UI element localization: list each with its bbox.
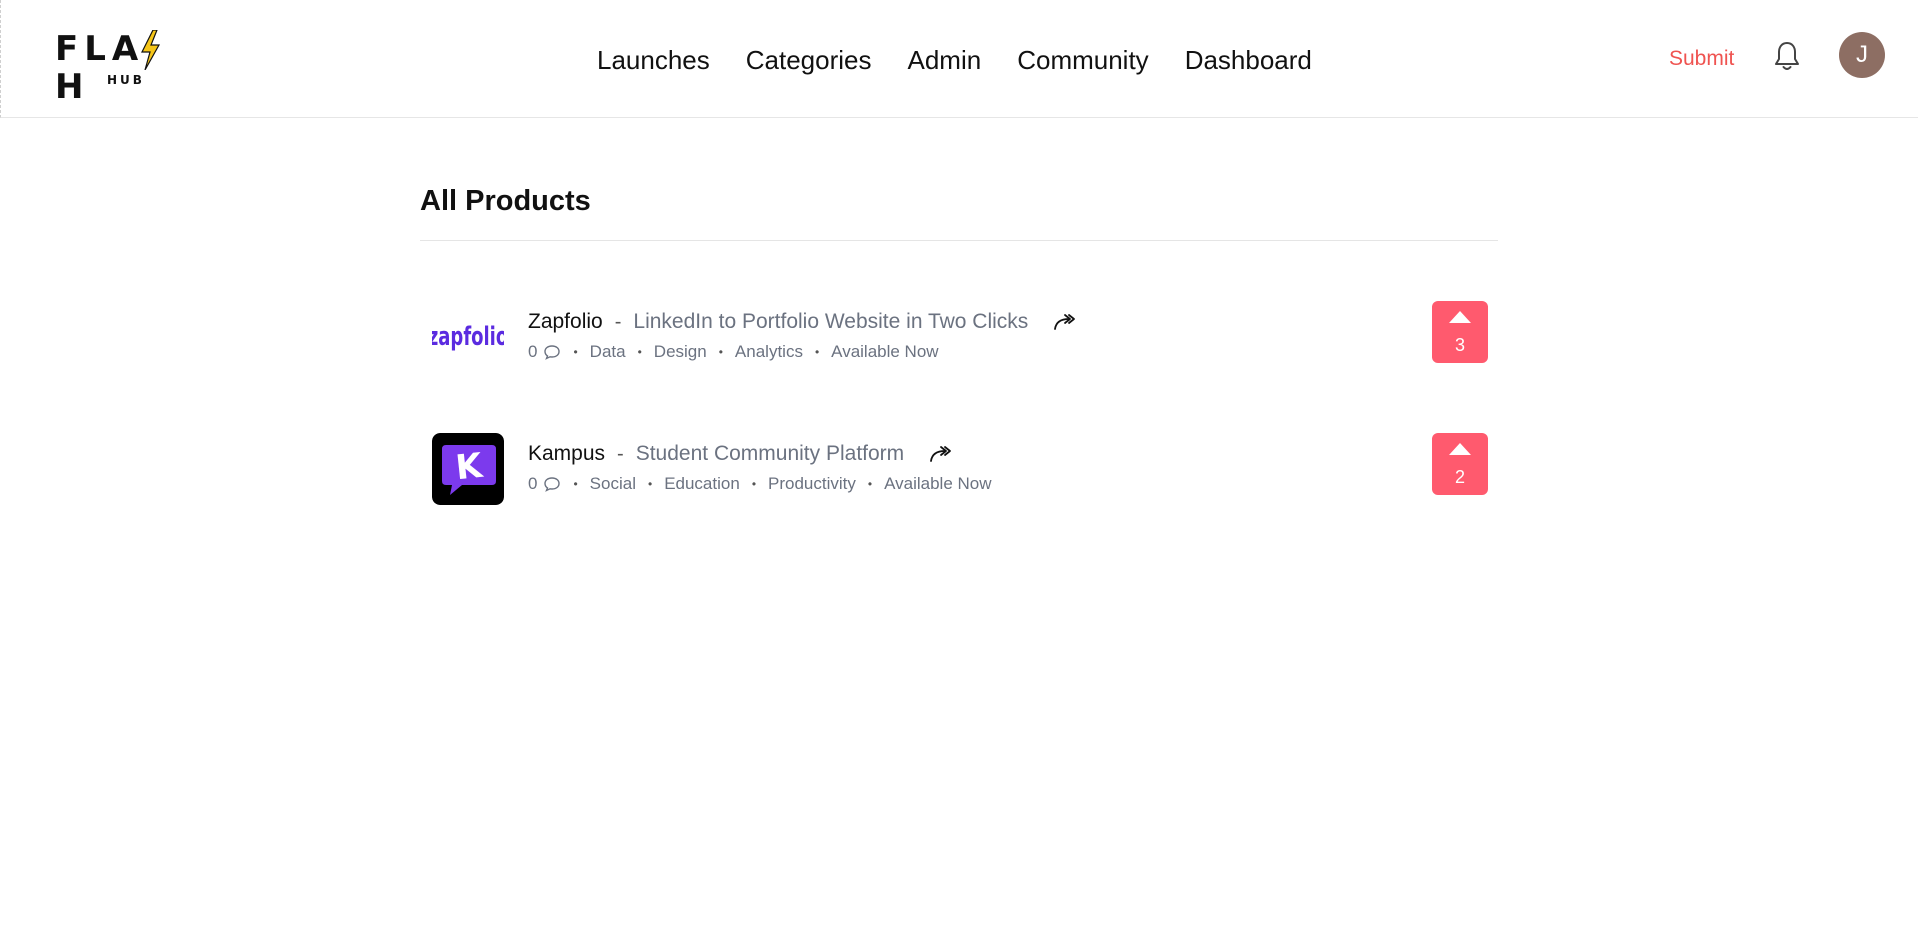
notification-bell-icon[interactable]	[1773, 40, 1801, 72]
product-name[interactable]: Kampus	[528, 442, 605, 466]
flashhub-logo[interactable]: FLAH HUB	[55, 30, 191, 106]
tag[interactable]: Data	[590, 342, 626, 362]
product-title-line: Zapfolio - LinkedIn to Portfolio Website…	[528, 307, 1076, 337]
upvote-button[interactable]: 2	[1432, 433, 1488, 495]
lightning-bolt-icon	[141, 30, 161, 70]
tag[interactable]: Analytics	[735, 342, 803, 362]
meta-dot: •	[573, 345, 578, 359]
comment-icon[interactable]	[543, 476, 561, 492]
vote-count: 2	[1454, 467, 1465, 487]
comment-count: 0	[528, 342, 538, 361]
main-nav: Launches Categories Admin Community Dash…	[597, 42, 1348, 78]
meta-dot: •	[637, 345, 642, 359]
product-list: zapfolio Zapfolio - LinkedIn to Portfoli…	[420, 301, 1498, 565]
nav-launches[interactable]: Launches	[597, 42, 710, 78]
availability-status: Available Now	[831, 342, 939, 361]
product-tagline: LinkedIn to Portfolio Website in Two Cli…	[633, 310, 1029, 333]
product-info: Zapfolio - LinkedIn to Portfolio Website…	[528, 307, 1076, 365]
meta-dot: •	[751, 477, 757, 491]
user-avatar[interactable]: J	[1839, 32, 1885, 78]
product-name[interactable]: Zapfolio	[528, 310, 603, 334]
tag[interactable]: Education	[664, 474, 740, 494]
product-meta-line: 0 • Data • Design • Analytics • Availabl…	[528, 339, 1076, 365]
kampus-logo[interactable]: K	[432, 433, 504, 505]
nav-dashboard[interactable]: Dashboard	[1185, 42, 1312, 78]
tag[interactable]: Social	[590, 474, 636, 494]
availability-status: Available Now	[884, 474, 992, 493]
title-separator: -	[614, 310, 622, 333]
share-arrow-icon[interactable]	[928, 444, 952, 464]
nav-admin[interactable]: Admin	[908, 42, 982, 78]
meta-dot: •	[718, 345, 723, 359]
product-row-zapfolio[interactable]: zapfolio Zapfolio - LinkedIn to Portfoli…	[420, 301, 1498, 433]
meta-dot: •	[814, 345, 820, 359]
comment-icon[interactable]	[543, 344, 561, 360]
page-title: All Products	[420, 178, 1498, 241]
product-info: Kampus - Student Community Platform 0 •	[528, 439, 992, 497]
upvote-arrow-icon	[1449, 443, 1471, 455]
tag[interactable]: Productivity	[768, 474, 856, 494]
logo-wordmark: FLAH	[55, 29, 145, 107]
product-meta-line: 0 • Social • Education • Productivity • …	[528, 471, 992, 497]
vote-count: 3	[1454, 335, 1465, 355]
comment-count: 0	[528, 474, 538, 493]
submit-link[interactable]: Submit	[1669, 46, 1734, 72]
nav-community[interactable]: Community	[1017, 42, 1148, 78]
product-row-kampus[interactable]: K Kampus - Student Community Platform 0	[420, 433, 1498, 565]
product-title-line: Kampus - Student Community Platform	[528, 439, 992, 469]
zapfolio-logo-text: zapfolio	[432, 322, 504, 352]
title-separator: -	[617, 442, 624, 465]
product-tagline: Student Community Platform	[635, 442, 905, 465]
nav-categories[interactable]: Categories	[746, 42, 872, 78]
upvote-arrow-icon	[1449, 311, 1471, 323]
tag[interactable]: Design	[654, 342, 707, 362]
logo-subtitle: HUB	[107, 73, 145, 87]
meta-dot: •	[867, 477, 873, 491]
meta-dot: •	[647, 477, 653, 491]
main-content: All Products zapfolio Zapfolio - LinkedI…	[420, 178, 1498, 565]
upvote-button[interactable]: 3	[1432, 301, 1488, 363]
meta-dot: •	[573, 477, 578, 491]
zapfolio-logo[interactable]: zapfolio	[432, 301, 504, 373]
share-arrow-icon[interactable]	[1052, 312, 1076, 332]
top-header: FLAH HUB Launches Categories Admin Commu…	[0, 0, 1918, 118]
